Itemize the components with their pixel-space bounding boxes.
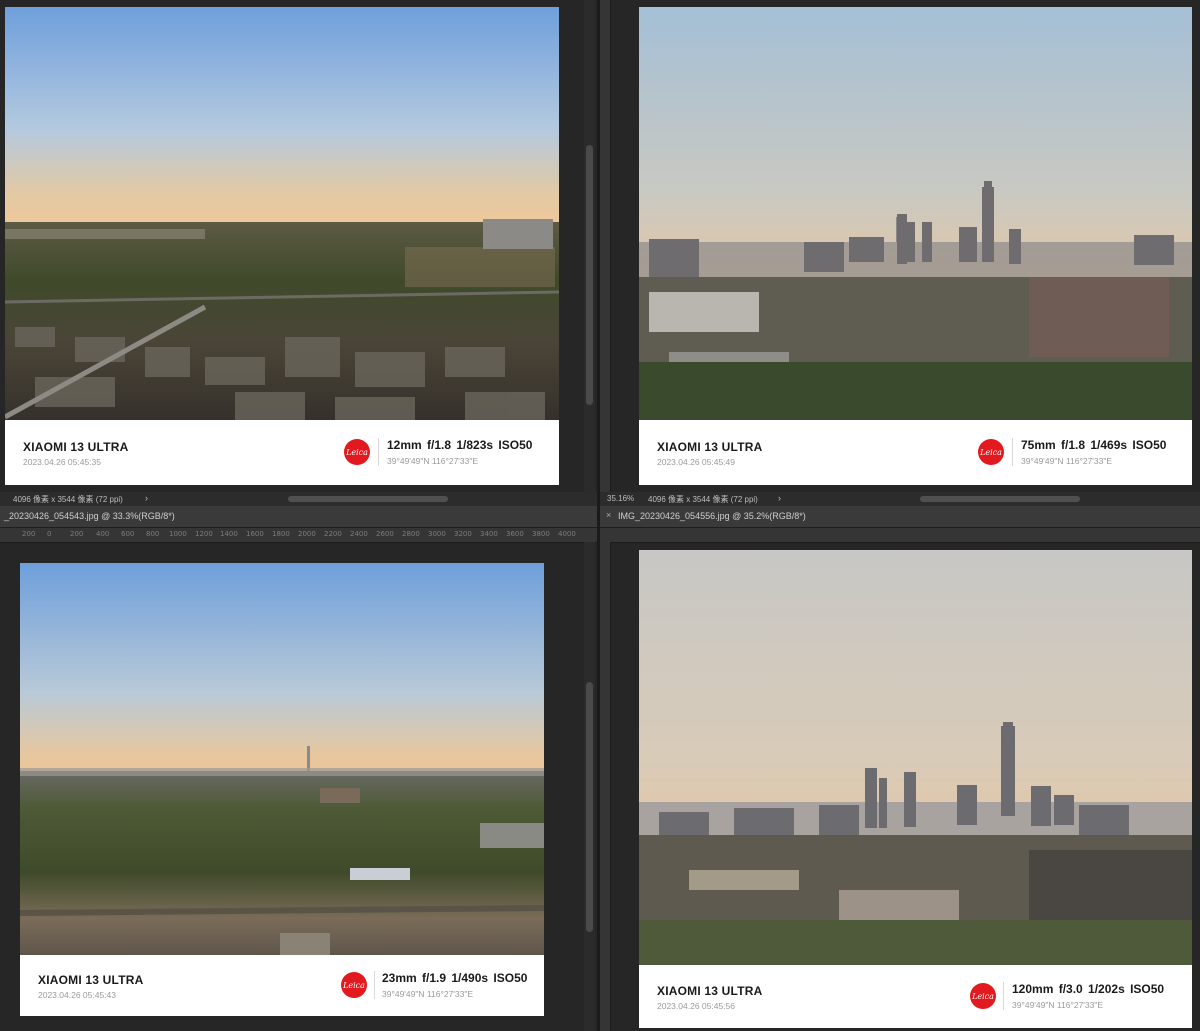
close-tab-icon[interactable]: × — [606, 510, 611, 520]
ruler-label: 2200 — [324, 530, 342, 538]
banner-divider — [1003, 982, 1004, 1010]
leica-logo-icon: Leica — [341, 972, 367, 998]
gps-coordinates: 39°49'49"N 116°27'33"E — [387, 456, 479, 466]
ruler-label: 1200 — [195, 530, 213, 538]
status-bar-left: 4096 像素 x 3544 像素 (72 ppi) › — [0, 492, 597, 506]
photo-card: XIAOMI 13 ULTRA 2023.04.26 05:45:49 Leic… — [639, 7, 1192, 485]
ruler-label: 3600 — [506, 530, 524, 538]
ruler-label: 0 — [47, 530, 52, 538]
ruler-label: 400 — [96, 530, 110, 538]
banner-divider — [378, 438, 379, 466]
telephoto-photo — [639, 7, 1192, 420]
ruler-label: 2800 — [402, 530, 420, 538]
ruler-label: 3000 — [428, 530, 446, 538]
watermark-banner: XIAOMI 13 ULTRA 2023.04.26 05:45:43 Leic… — [20, 955, 544, 1016]
camera-model: XIAOMI 13 ULTRA — [23, 440, 129, 454]
banner-divider — [374, 971, 375, 999]
document-tab-bar-right: × IMG_20230426_054556.jpg @ 35.2%(RGB/8*… — [600, 506, 1200, 528]
ruler-label: 2600 — [376, 530, 394, 538]
ruler-label: 2000 — [298, 530, 316, 538]
exposure-specs: 75mm f/1.8 1/469s ISO50 — [1021, 438, 1167, 452]
document-pane-top-left: XIAOMI 13 ULTRA 2023.04.26 05:45:35 Leic… — [0, 0, 597, 492]
horizontal-scrollbar-thumb[interactable] — [920, 496, 1080, 502]
zoom-level[interactable]: 35.16% — [607, 494, 634, 503]
photo-card: XIAOMI 13 ULTRA 2023.04.26 05:45:35 Leic… — [5, 7, 559, 485]
ruler-label: 3400 — [480, 530, 498, 538]
scrollbar-thumb[interactable] — [586, 145, 593, 405]
ruler-label: 3200 — [454, 530, 472, 538]
banner-divider — [1012, 438, 1013, 466]
ruler-label: 1400 — [220, 530, 238, 538]
image-dimensions: 4096 像素 x 3544 像素 (72 ppi) — [13, 495, 123, 504]
document-tab[interactable]: _20230426_054543.jpg @ 33.3%(RGB/8*) — [4, 511, 175, 521]
document-tab[interactable]: IMG_20230426_054556.jpg @ 35.2%(RGB/8*) — [618, 511, 806, 521]
gps-coordinates: 39°49'49"N 116°27'33"E — [382, 989, 474, 999]
image-dimensions: 4096 像素 x 3544 像素 (72 ppi) — [648, 495, 758, 504]
capture-datetime: 2023.04.26 05:45:43 — [38, 990, 116, 1000]
exposure-specs: 12mm f/1.8 1/823s ISO50 — [387, 438, 533, 452]
ruler-label: 600 — [121, 530, 135, 538]
document-pane-bottom-left: 200 0 200 400 600 800 1000 1200 1400 160… — [0, 528, 597, 1031]
leica-logo-icon: Leica — [970, 983, 996, 1009]
status-chevron-icon[interactable]: › — [778, 493, 781, 503]
photo-card: XIAOMI 13 ULTRA 2023.04.26 05:45:43 Leic… — [20, 563, 544, 1016]
ruler-label: 1600 — [246, 530, 264, 538]
document-tab-bar-left: _20230426_054543.jpg @ 33.3%(RGB/8*) — [0, 506, 597, 528]
ruler-label: 3800 — [532, 530, 550, 538]
leica-logo-icon: Leica — [344, 439, 370, 465]
camera-model: XIAOMI 13 ULTRA — [657, 440, 763, 454]
watermark-banner: XIAOMI 13 ULTRA 2023.04.26 05:45:56 Leic… — [639, 965, 1192, 1028]
wide-angle-photo — [5, 7, 559, 420]
gps-coordinates: 39°49'49"N 116°27'33"E — [1012, 1000, 1104, 1010]
vertical-scrollbar[interactable] — [584, 542, 595, 1031]
vertical-ruler — [600, 542, 611, 1031]
leica-logo-icon: Leica — [978, 439, 1004, 465]
vertical-scrollbar[interactable] — [584, 0, 595, 492]
ruler-label: 4000 — [558, 530, 576, 538]
status-bar-right: 35.16% 4096 像素 x 3544 像素 (72 ppi) › — [600, 492, 1200, 506]
vertical-ruler — [600, 0, 611, 492]
ruler-label: 1800 — [272, 530, 290, 538]
horizontal-ruler: 200 0 200 400 600 800 1000 1200 1400 160… — [0, 528, 597, 543]
ruler-label: 800 — [146, 530, 160, 538]
watermark-banner: XIAOMI 13 ULTRA 2023.04.26 05:45:49 Leic… — [639, 420, 1192, 485]
camera-model: XIAOMI 13 ULTRA — [657, 984, 763, 998]
ruler-label: 2400 — [350, 530, 368, 538]
ruler-label: 1000 — [169, 530, 187, 538]
document-pane-bottom-right: XIAOMI 13 ULTRA 2023.04.26 05:45:56 Leic… — [600, 528, 1200, 1031]
watermark-banner: XIAOMI 13 ULTRA 2023.04.26 05:45:35 Leic… — [5, 420, 559, 485]
ruler-label: 200 — [22, 530, 36, 538]
capture-datetime: 2023.04.26 05:45:35 — [23, 457, 101, 467]
photo-card: XIAOMI 13 ULTRA 2023.04.26 05:45:56 Leic… — [639, 550, 1192, 1028]
scrollbar-thumb[interactable] — [586, 682, 593, 932]
capture-datetime: 2023.04.26 05:45:49 — [657, 457, 735, 467]
super-telephoto-photo — [639, 550, 1192, 965]
ruler-label: 200 — [70, 530, 84, 538]
horizontal-scrollbar-thumb[interactable] — [288, 496, 448, 502]
gps-coordinates: 39°49'49"N 116°27'33"E — [1021, 456, 1113, 466]
document-pane-top-right: XIAOMI 13 ULTRA 2023.04.26 05:45:49 Leic… — [600, 0, 1200, 492]
status-chevron-icon[interactable]: › — [145, 493, 148, 503]
capture-datetime: 2023.04.26 05:45:56 — [657, 1001, 735, 1011]
horizontal-ruler — [600, 528, 1200, 543]
camera-model: XIAOMI 13 ULTRA — [38, 973, 144, 987]
standard-photo — [20, 563, 544, 955]
exposure-specs: 23mm f/1.9 1/490s ISO50 — [382, 971, 528, 985]
exposure-specs: 120mm f/3.0 1/202s ISO50 — [1012, 982, 1165, 996]
